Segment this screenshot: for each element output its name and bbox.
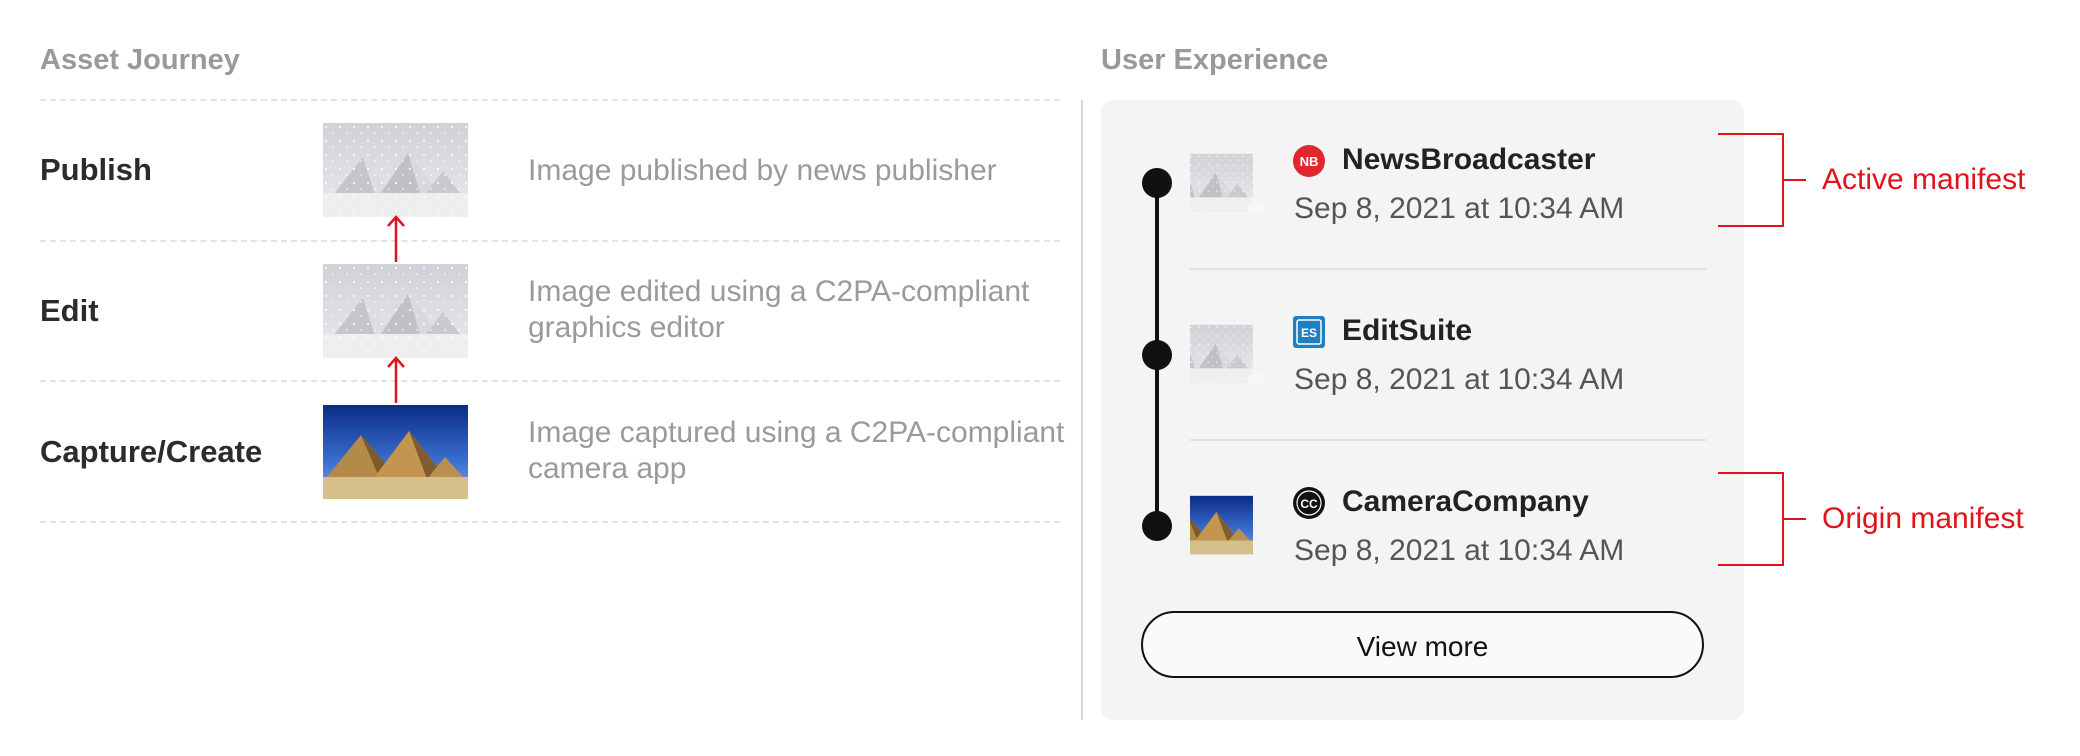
manifest-date: Sep 8, 2021 at 10:34 AM bbox=[1294, 192, 1625, 225]
manifest-name: CameraCompany bbox=[1342, 485, 1589, 518]
active-manifest-bracket-tick bbox=[1784, 179, 1806, 181]
timeline-dot bbox=[1142, 511, 1172, 541]
manifest-date: Sep 8, 2021 at 10:34 AM bbox=[1294, 363, 1625, 396]
origin-manifest-bracket-tick bbox=[1784, 518, 1806, 520]
user-experience-title: User Experience bbox=[1101, 44, 1329, 76]
timeline-dot bbox=[1142, 168, 1172, 198]
svg-text:NB: NB bbox=[1300, 154, 1319, 169]
capture-image-thumbnail bbox=[323, 405, 468, 499]
manifest-divider bbox=[1190, 439, 1706, 441]
stage-description-edit: Image edited using a C2PA-compliant grap… bbox=[528, 275, 1030, 344]
stage-label-edit: Edit bbox=[40, 293, 99, 328]
newsbroadcaster-logo-icon: NB bbox=[1293, 145, 1325, 177]
section-divider bbox=[1081, 100, 1083, 720]
stage-label-publish: Publish bbox=[40, 152, 152, 187]
row-divider bbox=[40, 380, 1060, 382]
cameracompany-logo-icon: CC bbox=[1293, 487, 1325, 519]
manifest-divider bbox=[1190, 268, 1706, 270]
up-arrow-icon bbox=[387, 356, 405, 403]
manifest-date: Sep 8, 2021 at 10:34 AM bbox=[1294, 534, 1625, 567]
origin-manifest-bracket bbox=[1718, 472, 1784, 566]
row-divider bbox=[40, 99, 1060, 101]
stage-description-capture: Image captured using a C2PA-compliant ca… bbox=[528, 416, 1065, 485]
manifest-thumbnail bbox=[1190, 482, 1280, 572]
stage-label-capture: Capture/Create bbox=[40, 434, 263, 469]
view-more-button[interactable]: View more bbox=[1141, 611, 1704, 678]
publish-image-thumbnail bbox=[323, 123, 468, 217]
active-manifest-label: Active manifest bbox=[1822, 163, 2026, 196]
manifest-thumbnail bbox=[1190, 140, 1280, 230]
timeline-dot bbox=[1142, 340, 1172, 370]
active-manifest-bracket bbox=[1718, 133, 1784, 227]
origin-manifest-label: Origin manifest bbox=[1822, 502, 2024, 535]
row-divider bbox=[40, 240, 1060, 242]
manifest-thumbnail bbox=[1190, 311, 1280, 401]
svg-text:ES: ES bbox=[1301, 326, 1317, 340]
stage-description-publish: Image published by news publisher bbox=[528, 154, 997, 187]
manifest-name: NewsBroadcaster bbox=[1342, 143, 1596, 176]
edit-image-thumbnail bbox=[323, 264, 468, 358]
editsuite-logo-icon: ES bbox=[1293, 316, 1325, 348]
svg-text:CC: CC bbox=[1300, 497, 1318, 511]
manifest-name: EditSuite bbox=[1342, 314, 1473, 347]
asset-journey-title: Asset Journey bbox=[40, 44, 240, 76]
up-arrow-icon bbox=[387, 215, 405, 262]
row-divider bbox=[40, 521, 1060, 523]
